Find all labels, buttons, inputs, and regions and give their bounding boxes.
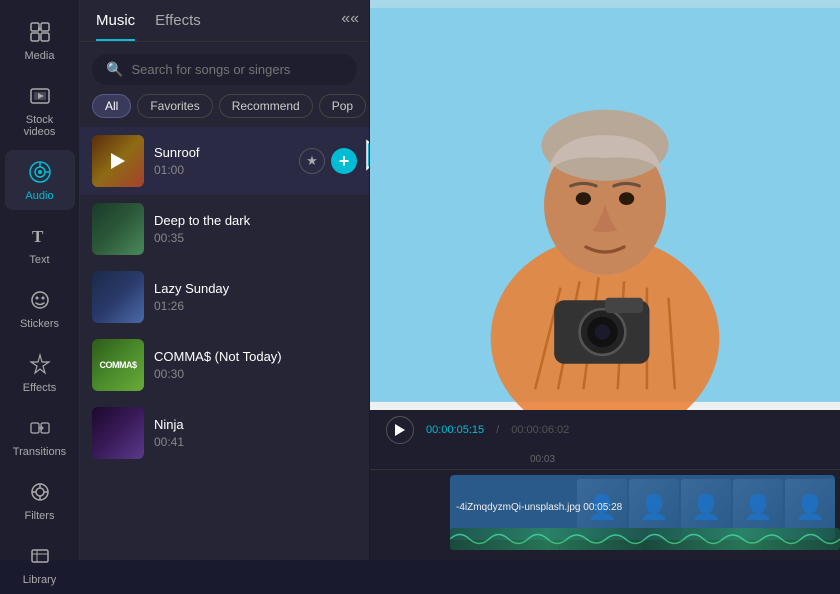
- song-item-sunroof[interactable]: Sunroof 01:00 ★ +: [80, 127, 369, 195]
- song-actions-sunroof: ★ +: [299, 148, 357, 174]
- song-item-lazy[interactable]: Lazy Sunday 01:26: [80, 263, 369, 331]
- cursor-arrow: [359, 137, 369, 182]
- filter-favorites[interactable]: Favorites: [137, 94, 212, 118]
- sidebar-item-transitions-label: Transitions: [13, 446, 66, 458]
- video-controls: 00:00:05:15 / 00:00:06:02: [370, 410, 840, 450]
- song-info-deep: Deep to the dark 00:35: [154, 213, 357, 245]
- sidebar-item-effects-label: Effects: [23, 382, 56, 394]
- media-icon: [26, 18, 54, 46]
- song-info-lazy: Lazy Sunday 01:26: [154, 281, 357, 313]
- transitions-icon: [26, 414, 54, 442]
- song-list: Sunroof 01:00 ★ + Deep to the dark 00:35: [80, 127, 369, 560]
- play-triangle-icon: [111, 153, 125, 169]
- play-button[interactable]: [386, 416, 414, 444]
- song-info-comma: COMMA$ (Not Today) 00:30: [154, 349, 357, 381]
- sidebar-item-filters-label: Filters: [25, 510, 55, 522]
- sidebar-item-media[interactable]: Media: [5, 10, 75, 70]
- sidebar-item-audio-label: Audio: [25, 190, 53, 202]
- preview-area: 00:00:05:15 / 00:00:06:02 00:03 -4iZmqdy…: [370, 0, 840, 560]
- song-item-ninja[interactable]: Ninja 00:41: [80, 399, 369, 467]
- sidebar-item-stock-label: Stock videos: [9, 114, 71, 138]
- timeline-area: 00:03 -4iZmqdyzmQi-unsplash.jpg 00:05:28…: [370, 450, 840, 560]
- sidebar: Media Stock videos Audio: [0, 0, 80, 560]
- song-title-lazy: Lazy Sunday: [154, 281, 357, 296]
- favorite-button-sunroof[interactable]: ★: [299, 148, 325, 174]
- song-duration-sunroof: 01:00: [154, 163, 289, 177]
- video-preview: [370, 0, 840, 410]
- sidebar-item-filters[interactable]: Filters: [5, 470, 75, 530]
- song-thumb-ninja: [92, 407, 144, 459]
- panel-tabs: Music Effects ««: [80, 0, 369, 42]
- song-item-deep[interactable]: Deep to the dark 00:35: [80, 195, 369, 263]
- timeline-ruler: 00:03: [370, 450, 840, 470]
- search-icon: 🔍: [106, 61, 123, 78]
- text-icon: T: [26, 222, 54, 250]
- audio-waveform: [450, 528, 840, 550]
- sidebar-item-text[interactable]: T Text: [5, 214, 75, 274]
- sidebar-item-transitions[interactable]: Transitions: [5, 406, 75, 466]
- stickers-icon: [26, 286, 54, 314]
- filter-bar: All Favorites Recommend Pop ⌄: [80, 93, 369, 127]
- song-title-comma: COMMA$ (Not Today): [154, 349, 357, 364]
- person-image: [370, 0, 840, 410]
- add-button-sunroof[interactable]: +: [331, 148, 357, 174]
- sidebar-item-library-label: Library: [23, 574, 57, 586]
- stock-icon: [26, 82, 54, 110]
- search-input[interactable]: [131, 62, 343, 77]
- song-item-comma[interactable]: COMMA$ COMMA$ (Not Today) 00:30: [80, 331, 369, 399]
- sidebar-item-text-label: Text: [29, 254, 49, 266]
- song-thumb-comma: COMMA$: [92, 339, 144, 391]
- audio-icon: [26, 158, 54, 186]
- filter-pop[interactable]: Pop: [319, 94, 366, 118]
- song-duration-deep: 00:35: [154, 231, 357, 245]
- ruler-mark-1: 00:03: [530, 454, 555, 465]
- sidebar-item-stickers-label: Stickers: [20, 318, 59, 330]
- collapse-panel-button[interactable]: ««: [341, 10, 359, 28]
- filter-recommend[interactable]: Recommend: [219, 94, 313, 118]
- sidebar-item-stock[interactable]: Stock videos: [5, 74, 75, 146]
- sidebar-item-stickers[interactable]: Stickers: [5, 278, 75, 338]
- song-thumb-deep: [92, 203, 144, 255]
- sidebar-item-media-label: Media: [25, 50, 55, 62]
- library-icon: [26, 542, 54, 570]
- filters-icon: [26, 478, 54, 506]
- song-thumb-lazy: [92, 271, 144, 323]
- song-thumb-sunroof: [92, 135, 144, 187]
- filter-all[interactable]: All: [92, 94, 131, 118]
- current-time: 00:00:05:15: [426, 424, 484, 436]
- play-overlay-sunroof: [92, 135, 144, 187]
- effects-icon: [26, 350, 54, 378]
- sidebar-item-library[interactable]: Library: [5, 534, 75, 594]
- timeline-track[interactable]: -4iZmqdyzmQi-unsplash.jpg 00:05:28 👤 👤 👤…: [370, 470, 840, 550]
- music-panel: Music Effects «« 🔍 All Favorites Recomme…: [80, 0, 370, 560]
- search-bar: 🔍: [92, 54, 357, 85]
- song-info-ninja: Ninja 00:41: [154, 417, 357, 449]
- sidebar-item-audio[interactable]: Audio: [5, 150, 75, 210]
- tab-effects[interactable]: Effects: [155, 12, 201, 41]
- song-info-sunroof: Sunroof 01:00: [154, 145, 289, 177]
- song-title-ninja: Ninja: [154, 417, 357, 432]
- total-time: 00:00:06:02: [511, 424, 569, 436]
- svg-text:T: T: [32, 227, 44, 246]
- song-title-sunroof: Sunroof: [154, 145, 289, 160]
- song-title-deep: Deep to the dark: [154, 213, 357, 228]
- sidebar-item-effects[interactable]: Effects: [5, 342, 75, 402]
- time-separator: /: [496, 424, 499, 436]
- tab-music[interactable]: Music: [96, 12, 135, 41]
- song-duration-lazy: 01:26: [154, 299, 357, 313]
- song-duration-ninja: 00:41: [154, 435, 357, 449]
- song-duration-comma: 00:30: [154, 367, 357, 381]
